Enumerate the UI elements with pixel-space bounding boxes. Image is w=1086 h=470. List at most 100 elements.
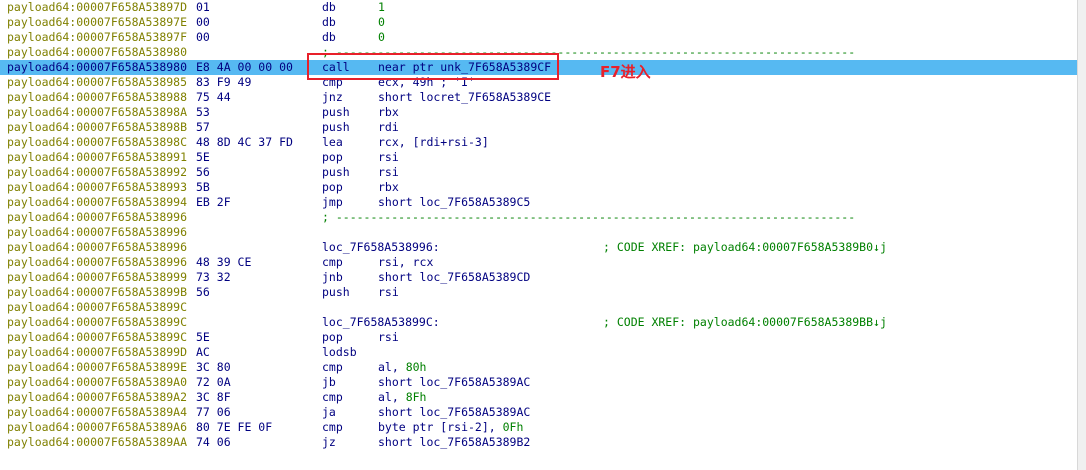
disasm-row[interactable]: payload64:00007F658A538999 73 32 jnb short … bbox=[0, 270, 1078, 285]
opcode-bytes: 48 39 CE bbox=[196, 255, 252, 269]
mnemonic: jnb bbox=[322, 270, 343, 284]
disasm-row[interactable]: payload64:00007F658A538996 bbox=[0, 225, 1078, 240]
disasm-row[interactable]: payload64:00007F658A53897D 01 db 1 bbox=[0, 0, 1078, 15]
opcode-bytes: E8 4A 00 00 00 bbox=[196, 60, 293, 74]
address: payload64:00007F658A538999 bbox=[7, 270, 188, 284]
opcode-bytes: 72 0A bbox=[196, 375, 231, 389]
operands: short loc_7F658A5389AC bbox=[378, 405, 531, 419]
address: payload64:00007F658A538994 bbox=[7, 195, 188, 209]
opcode-bytes: AC bbox=[196, 345, 210, 359]
mnemonic: pop bbox=[322, 330, 343, 344]
operands: rsi, rcx bbox=[378, 255, 434, 269]
address: payload64:00007F658A5389A4 bbox=[7, 405, 188, 419]
opcode-bytes: 5E bbox=[196, 150, 210, 164]
address: payload64:00007F658A538985 bbox=[7, 75, 188, 89]
disasm-row[interactable]: payload64:00007F658A53899C bbox=[0, 300, 1078, 315]
address: payload64:00007F658A538980 bbox=[7, 60, 188, 74]
operand-text: al, bbox=[378, 390, 406, 404]
disasm-row[interactable]: payload64:00007F658A538992 56 push rsi bbox=[0, 165, 1078, 180]
mnemonic: jb bbox=[322, 375, 336, 389]
annotation-note: F7进入 bbox=[600, 63, 651, 81]
opcode-bytes: 00 bbox=[196, 15, 210, 29]
disasm-row[interactable]: payload64:00007F658A5389A6 80 7E FE 0F cmp… bbox=[0, 420, 1078, 435]
disasm-row[interactable]: payload64:00007F658A5389A2 3C 8F cmp al, 8F… bbox=[0, 390, 1078, 405]
disasm-row[interactable]: payload64:00007F658A538996 loc_7F658A5389… bbox=[0, 240, 1078, 255]
operands: 0 bbox=[378, 15, 385, 29]
mnemonic: push bbox=[322, 120, 350, 134]
address: payload64:00007F658A538988 bbox=[7, 90, 188, 104]
disasm-row[interactable]: payload64:00007F658A53897E 00 db 0 bbox=[0, 15, 1078, 30]
opcode-bytes: 00 bbox=[196, 30, 210, 44]
address: payload64:00007F658A53899C bbox=[7, 315, 188, 329]
disasm-row[interactable]: payload64:00007F658A53898B 57 push rdi bbox=[0, 120, 1078, 135]
disasm-row[interactable]: payload64:00007F658A53899C 5E pop rsi bbox=[0, 330, 1078, 345]
opcode-bytes: 48 8D 4C 37 FD bbox=[196, 135, 293, 149]
operands: rcx, [rdi+rsi-3] bbox=[378, 135, 489, 149]
opcode-bytes: 75 44 bbox=[196, 90, 231, 104]
address: payload64:00007F658A53899B bbox=[7, 285, 188, 299]
address: payload64:00007F658A538996 bbox=[7, 225, 188, 239]
opcode-bytes: 73 32 bbox=[196, 270, 231, 284]
disasm-row[interactable]: payload64:00007F658A53897F 00 db 0 bbox=[0, 30, 1078, 45]
operands: 1 bbox=[378, 0, 385, 14]
disasm-row[interactable]: payload64:00007F658A538996 ; ------------… bbox=[0, 210, 1078, 225]
mnemonic: cmp bbox=[322, 420, 343, 434]
address: payload64:00007F658A5389AA bbox=[7, 435, 188, 449]
disasm-row[interactable]: payload64:00007F658A53899B 56 push rsi bbox=[0, 285, 1078, 300]
disasm-row[interactable]: payload64:00007F658A5389A4 77 06 ja short l… bbox=[0, 405, 1078, 420]
code-label: loc_7F658A538996: bbox=[322, 240, 440, 254]
mnemonic: push bbox=[322, 165, 350, 179]
mnemonic: jnz bbox=[322, 90, 343, 104]
address: payload64:00007F658A538996 bbox=[7, 255, 188, 269]
mnemonic: lodsb bbox=[322, 345, 357, 359]
disasm-row[interactable]: payload64:00007F658A5389A0 72 0A jb short l… bbox=[0, 375, 1078, 390]
address: payload64:00007F658A5389A0 bbox=[7, 375, 188, 389]
address: payload64:00007F658A53898B bbox=[7, 120, 188, 134]
operands: rbx bbox=[378, 105, 399, 119]
operands: rsi bbox=[378, 150, 399, 164]
opcode-bytes: 57 bbox=[196, 120, 210, 134]
disasm-row[interactable]: payload64:00007F658A538988 75 44 jnz short … bbox=[0, 90, 1078, 105]
disasm-row[interactable]: payload64:00007F658A53899E 3C 80 cmp al, 80… bbox=[0, 360, 1078, 375]
separator-comment: ; --------------------------------------… bbox=[322, 210, 856, 224]
disasm-row[interactable]: payload64:00007F658A53899D AC lodsb bbox=[0, 345, 1078, 360]
address: payload64:00007F658A53899C bbox=[7, 300, 188, 314]
address: payload64:00007F658A5389A6 bbox=[7, 420, 188, 434]
address: payload64:00007F658A5389A2 bbox=[7, 390, 188, 404]
vertical-scrollbar[interactable] bbox=[1077, 0, 1086, 470]
operands: rsi bbox=[378, 330, 399, 344]
operands: al, 8Fh bbox=[378, 390, 426, 405]
mnemonic: cmp bbox=[322, 360, 343, 374]
address: payload64:00007F658A53899C bbox=[7, 330, 188, 344]
disasm-row[interactable]: payload64:00007F658A5389AA 74 06 jz short l… bbox=[0, 435, 1078, 450]
mnemonic: cmp bbox=[322, 390, 343, 404]
opcode-bytes: 74 06 bbox=[196, 435, 231, 449]
mnemonic: pop bbox=[322, 180, 343, 194]
disasm-row[interactable]: payload64:00007F658A538993 5B pop rbx bbox=[0, 180, 1078, 195]
mnemonic: db bbox=[322, 30, 336, 44]
opcode-bytes: 56 bbox=[196, 285, 210, 299]
xref-comment: ; CODE XREF: payload64:00007F658A5389B0↓… bbox=[603, 240, 887, 254]
mnemonic: lea bbox=[322, 135, 343, 149]
disasm-row[interactable]: payload64:00007F658A53898C 48 8D 4C 37 FD… bbox=[0, 135, 1078, 150]
address: payload64:00007F658A538996 bbox=[7, 240, 188, 254]
operand-immediate: 8Fh bbox=[405, 390, 427, 404]
disasm-row[interactable]: payload64:00007F658A538994 EB 2F jmp short … bbox=[0, 195, 1078, 210]
disasm-row[interactable]: payload64:00007F658A53899C loc_7F658A5389… bbox=[0, 315, 1078, 330]
operand-text: byte ptr [rsi-2], bbox=[378, 420, 503, 434]
operands: byte ptr [rsi-2], 0Fh bbox=[378, 420, 523, 435]
mnemonic: jz bbox=[322, 435, 336, 449]
disasm-row[interactable]: payload64:00007F658A538991 5E pop rsi bbox=[0, 150, 1078, 165]
opcode-bytes: 80 7E FE 0F bbox=[196, 420, 273, 434]
address: payload64:00007F658A53897D bbox=[7, 0, 188, 14]
disasm-row[interactable]: payload64:00007F658A53898A 53 push rbx bbox=[0, 105, 1078, 120]
disasm-row[interactable]: payload64:00007F658A538996 48 39 CE cmp rsi… bbox=[0, 255, 1078, 270]
address: payload64:00007F658A53897F bbox=[7, 30, 188, 44]
code-label: loc_7F658A53899C: bbox=[322, 315, 440, 329]
address: payload64:00007F658A538993 bbox=[7, 180, 188, 194]
disassembly-view[interactable]: payload64:00007F658A53897D 01 db 1 payload64… bbox=[0, 0, 1078, 470]
address: payload64:00007F658A53898A bbox=[7, 105, 188, 119]
operands: short loc_7F658A5389CD bbox=[378, 270, 531, 284]
operands: short loc_7F658A5389B2 bbox=[378, 435, 531, 449]
opcode-bytes: 56 bbox=[196, 165, 210, 179]
